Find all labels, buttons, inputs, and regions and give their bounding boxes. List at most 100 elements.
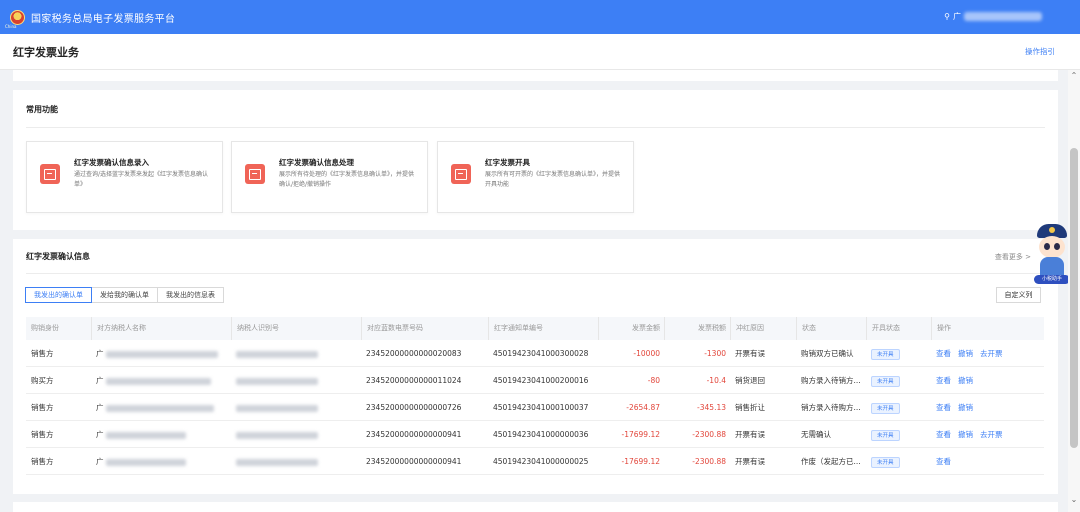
cell-ops: 查看 撤销 — [936, 394, 980, 421]
cell-issue-status: 未开具 — [871, 394, 900, 421]
cell-red-notice-no: 45019423041000000036 — [493, 430, 589, 439]
platform-title: 国家税务总局电子发票服务平台 — [31, 13, 176, 25]
scroll-thumb[interactable] — [1070, 148, 1078, 448]
cell-red-notice-no: 45019423041000000025 — [493, 457, 589, 466]
assistant-mascot[interactable]: 小税助手 — [1032, 224, 1072, 286]
invoice-process-icon — [245, 164, 265, 184]
redacted-text — [236, 350, 318, 358]
col-header: 操作 — [931, 317, 951, 340]
view-link[interactable]: 查看 — [936, 430, 951, 439]
confirm-info-card: 红字发票确认信息 查看更多 > 我发出的确认单 发给我的确认单 我发出的信息表 … — [13, 239, 1058, 494]
cell-role: 销售方 — [31, 349, 54, 358]
top-bar: 国家税务总局电子发票服务平台 China ⚲ 广 — [0, 0, 1080, 34]
mascot-eye — [1044, 243, 1050, 250]
tab-received-confirmations[interactable]: 发给我的确认单 — [91, 287, 158, 303]
issue-invoice-link[interactable]: 去开票 — [980, 349, 1003, 358]
cell-ops: 查看 撤销 — [936, 367, 980, 394]
cell-amount: -10000 — [633, 349, 660, 358]
view-more-link[interactable]: 查看更多 > — [995, 252, 1031, 262]
redacted-text — [105, 458, 186, 466]
table-row: 销售方 广 23452000000000000941 4501942304100… — [26, 448, 1044, 475]
cell-reason: 销货退回 — [735, 376, 765, 385]
card-top-fragment — [13, 70, 1058, 81]
mascot-banner: 小税助手 — [1034, 275, 1070, 284]
redacted-text — [105, 377, 211, 385]
card-bottom-fragment — [13, 502, 1058, 512]
main-content: 常用功能 红字发票确认信息录入 通过查询/选择蓝字发票来发起《红字发票信息确认单… — [13, 70, 1058, 512]
confirm-info-title: 红字发票确认信息 — [26, 252, 90, 261]
func-desc: 展示所有待处理的《红字发票信息确认单》，并提供确认/拒绝/撤销操作 — [279, 171, 415, 188]
redacted-text — [236, 431, 318, 439]
name-prefix: 广 — [96, 457, 104, 466]
user-menu[interactable]: ⚲ 广 — [944, 11, 1042, 22]
issue-invoice-link[interactable]: 去开票 — [980, 430, 1003, 439]
scroll-up-icon[interactable]: ⌃ — [1068, 70, 1080, 82]
confirm-tabs: 我发出的确认单 发给我的确认单 我发出的信息表 — [25, 287, 224, 303]
user-name-prefix: 广 — [953, 12, 961, 21]
revoke-link[interactable]: 撤销 — [958, 403, 973, 412]
tab-sent-confirmations[interactable]: 我发出的确认单 — [25, 287, 92, 303]
cell-status: 购方录入待销方... — [801, 376, 861, 385]
cell-status: 购销双方已确认 — [801, 349, 854, 358]
func-card-red-entry[interactable]: 红字发票确认信息录入 通过查询/选择蓝字发票来发起《红字发票信息确认单》 — [26, 141, 223, 213]
cell-amount: -80 — [647, 376, 660, 385]
cell-partner-name: 广 — [96, 340, 218, 367]
col-header: 购销身份 — [31, 324, 59, 332]
cell-reason: 开票有误 — [735, 349, 765, 358]
revoke-link[interactable]: 撤销 — [958, 376, 973, 385]
page-scrollbar[interactable]: ⌃ ⌄ — [1068, 70, 1080, 512]
redacted-text — [105, 404, 214, 412]
cell-tax-id — [236, 394, 318, 421]
cell-ops: 查看 撤销 去开票 — [936, 340, 1010, 367]
name-prefix: 广 — [96, 376, 104, 385]
func-name: 红字发票开具 — [485, 158, 530, 167]
divider — [26, 273, 1045, 274]
func-card-red-issue[interactable]: 红字发票开具 展示所有可开票的《红字发票信息确认单》，并提供开具功能 — [437, 141, 634, 213]
cell-red-notice-no: 45019423041000200016 — [493, 376, 589, 385]
col-header: 开具状态 — [866, 317, 900, 340]
divider — [26, 127, 1045, 128]
tax-emblem-icon — [10, 9, 25, 25]
cell-tax-id — [236, 448, 318, 475]
view-link[interactable]: 查看 — [936, 349, 951, 358]
cell-ops: 查看 撤销 去开票 — [936, 421, 1010, 448]
common-functions-card: 常用功能 红字发票确认信息录入 通过查询/选择蓝字发票来发起《红字发票信息确认单… — [13, 90, 1058, 230]
cell-tax-id — [236, 340, 318, 367]
cell-tax: -10.4 — [706, 376, 726, 385]
col-header: 红字通知单编号 — [488, 317, 543, 340]
func-card-red-process[interactable]: 红字发票确认信息处理 展示所有待处理的《红字发票信息确认单》，并提供确认/拒绝/… — [231, 141, 428, 213]
cell-tax: -2300.88 — [692, 457, 726, 466]
cell-reason: 开票有误 — [735, 457, 765, 466]
issue-status-tag: 未开具 — [871, 456, 900, 468]
col-header: 对应蓝数电票号码 — [361, 317, 423, 340]
view-link[interactable]: 查看 — [936, 403, 951, 412]
cell-status: 无需确认 — [801, 430, 831, 439]
emblem-text: China — [5, 24, 17, 29]
redacted-text — [105, 431, 186, 439]
revoke-link[interactable]: 撤销 — [958, 349, 973, 358]
scroll-down-icon[interactable]: ⌄ — [1068, 494, 1080, 506]
col-header: 纳税人识别号 — [231, 317, 279, 340]
cell-amount: -17699.12 — [621, 430, 661, 439]
table-header: 购销身份 对方纳税人名称 纳税人识别号 对应蓝数电票号码 红字通知单编号 发票金… — [26, 317, 1044, 340]
guide-link[interactable]: 操作指引 — [1025, 46, 1055, 57]
cell-status: 作废（发起方已... — [801, 457, 861, 466]
view-link[interactable]: 查看 — [936, 457, 951, 466]
func-desc: 展示所有可开票的《红字发票信息确认单》，并提供开具功能 — [485, 171, 621, 188]
col-header: 冲红原因 — [730, 317, 764, 340]
cell-blue-invoice-no: 23452000000000000726 — [366, 403, 462, 412]
custom-columns-button[interactable]: 自定义列 — [996, 287, 1041, 303]
view-link[interactable]: 查看 — [936, 376, 951, 385]
cell-partner-name: 广 — [96, 421, 186, 448]
revoke-link[interactable]: 撤销 — [958, 430, 973, 439]
user-icon: ⚲ — [944, 12, 950, 21]
func-name: 红字发票确认信息处理 — [279, 158, 354, 167]
tab-sent-info-forms[interactable]: 我发出的信息表 — [157, 287, 224, 303]
func-desc: 通过查询/选择蓝字发票来发起《红字发票信息确认单》 — [74, 171, 209, 188]
cell-tax: -1300 — [704, 349, 726, 358]
col-header: 对方纳税人名称 — [91, 317, 146, 340]
cell-status: 销方录入待购方... — [801, 403, 861, 412]
common-functions-title: 常用功能 — [26, 105, 58, 114]
name-prefix: 广 — [96, 403, 104, 412]
cell-tax: -2300.88 — [692, 430, 726, 439]
